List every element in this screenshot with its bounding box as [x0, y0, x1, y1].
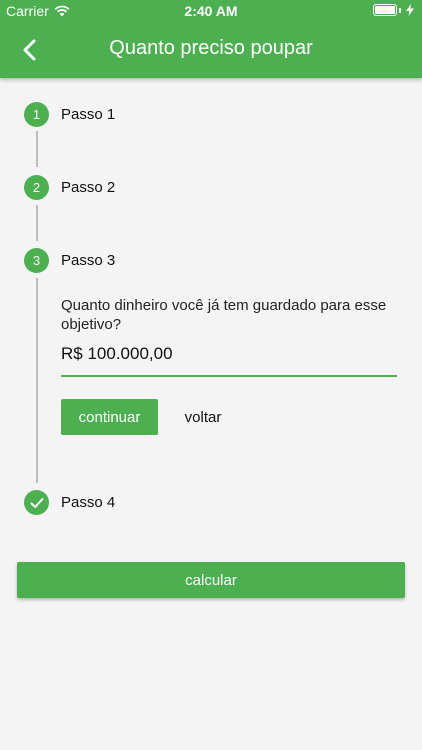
step-number-badge: 3 — [24, 248, 49, 273]
step-1[interactable]: 1 Passo 1 — [24, 102, 115, 127]
page-title: Quanto preciso poupar — [109, 37, 313, 59]
step-number-badge: 2 — [24, 175, 49, 200]
check-icon — [24, 490, 49, 515]
step-connector — [36, 278, 38, 483]
step-2[interactable]: 2 Passo 2 — [24, 175, 115, 200]
top-bar: Carrier 2:40 AM Quanto preciso poupar — [0, 0, 422, 78]
continue-button[interactable]: continuar — [61, 399, 158, 435]
back-step-button[interactable]: voltar — [170, 399, 236, 435]
status-bar: Carrier 2:40 AM — [0, 0, 422, 22]
charging-bolt-icon — [406, 4, 414, 16]
step-question: Quanto dinheiro você já tem guardado par… — [61, 297, 387, 333]
step-number-badge: 1 — [24, 102, 49, 127]
step-connector — [36, 205, 38, 241]
step-label: Passo 2 — [61, 179, 116, 196]
amount-field[interactable] — [61, 340, 397, 377]
status-time: 2:40 AM — [184, 3, 238, 19]
step-connector — [36, 131, 38, 167]
step-4[interactable]: Passo 4 — [24, 490, 115, 515]
step-label: Passo 3 — [61, 252, 116, 269]
step-label: Passo 4 — [61, 494, 116, 511]
amount-input[interactable] — [61, 340, 397, 368]
battery-icon — [373, 4, 414, 16]
step-3[interactable]: 3 Passo 3 — [24, 248, 115, 273]
calculate-button[interactable]: calcular — [17, 562, 405, 598]
app-bar: Quanto preciso poupar — [0, 22, 422, 78]
step-label: Passo 1 — [61, 106, 116, 123]
